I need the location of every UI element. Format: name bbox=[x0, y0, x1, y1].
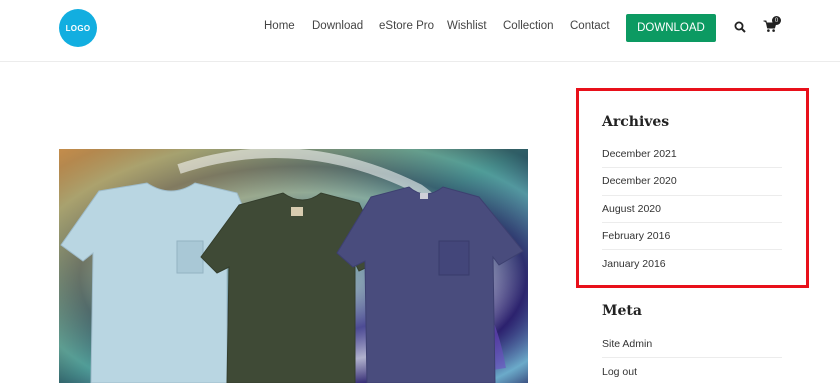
nav-download[interactable]: Download bbox=[312, 20, 363, 32]
archives-list: December 2021 December 2020 August 2020 … bbox=[602, 141, 782, 277]
meta-link-site-admin[interactable]: Site Admin bbox=[602, 331, 782, 359]
archive-link-august-2020[interactable]: August 2020 bbox=[602, 196, 782, 223]
nav-contact[interactable]: Contact bbox=[570, 20, 610, 32]
nav-collection[interactable]: Collection bbox=[503, 20, 554, 32]
archive-link-december-2021[interactable]: December 2021 bbox=[602, 141, 782, 169]
nav-estore-pro[interactable]: eStore Pro bbox=[379, 20, 434, 32]
meta-list: Site Admin Log out bbox=[602, 331, 782, 383]
download-button[interactable]: DOWNLOAD bbox=[626, 14, 716, 42]
archive-link-december-2020[interactable]: December 2020 bbox=[602, 168, 782, 196]
nav-home[interactable]: Home bbox=[264, 20, 295, 32]
logo-text: LOGO bbox=[65, 23, 91, 33]
hero-tshirts-image bbox=[59, 149, 528, 383]
meta-link-log-out[interactable]: Log out bbox=[602, 358, 782, 383]
nav-wishlist[interactable]: Wishlist bbox=[447, 20, 487, 32]
archive-link-february-2016[interactable]: February 2016 bbox=[602, 223, 782, 251]
cart-count-badge: 0 bbox=[772, 16, 781, 25]
search-icon[interactable] bbox=[734, 21, 746, 33]
archive-link-january-2016[interactable]: January 2016 bbox=[602, 250, 782, 277]
archives-title: Archives bbox=[602, 114, 670, 130]
site-logo[interactable]: LOGO bbox=[59, 9, 97, 47]
meta-title: Meta bbox=[602, 303, 642, 319]
site-header: LOGO Home Download eStore Pro Wishlist C… bbox=[0, 0, 840, 62]
